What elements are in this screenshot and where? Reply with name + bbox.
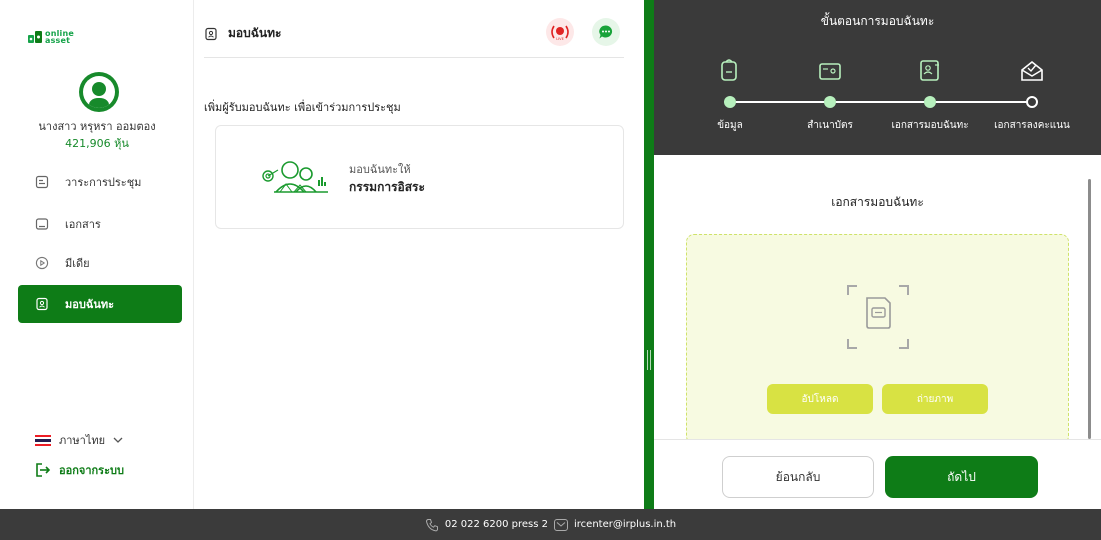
contact-email[interactable]: ircenter@irplus.in.th xyxy=(574,519,676,530)
chat-icon xyxy=(599,25,613,39)
chat-button[interactable] xyxy=(592,18,620,46)
avatar[interactable] xyxy=(79,72,119,112)
contact-phone[interactable]: 02 022 6200 press 2 xyxy=(445,519,548,530)
logo-text-bottom: asset xyxy=(45,36,71,45)
proxy-doc-icon xyxy=(920,60,939,81)
page-title-text: มอบฉันทะ xyxy=(228,26,282,40)
step-label-info: ข้อมูล xyxy=(717,120,743,131)
language-label: ภาษาไทย xyxy=(59,434,106,447)
sidebar-item-label: วาระการประชุม xyxy=(65,176,142,189)
proxy-icon xyxy=(36,297,48,311)
id-card-icon xyxy=(819,63,841,80)
proxy-steps-header: ขั้นตอนการมอบฉันทะ ข้อมูล สำเนาบัตร เอกส… xyxy=(654,0,1101,155)
sidebar-item-label: มีเดีย xyxy=(65,257,90,270)
frame-corner-tr xyxy=(899,285,909,295)
thai-flag-icon xyxy=(35,434,51,446)
document-panel: เอกสารมอบฉันทะ อัปโหลด ถ่ายภาพ xyxy=(654,155,1101,444)
proxy-recipient: กรรมการอิสระ xyxy=(349,180,425,194)
progress-line xyxy=(730,101,1032,103)
play-icon xyxy=(35,256,49,270)
step-actions: ย้อนกลับ ถัดไป xyxy=(654,439,1101,509)
next-button[interactable]: ถัดไป xyxy=(885,456,1038,498)
ballot-icon xyxy=(1021,60,1043,81)
sidebar-item-documents[interactable]: เอกสาร xyxy=(18,205,182,243)
upload-button[interactable]: อัปโหลด xyxy=(767,384,873,414)
logout-button[interactable]: ออกจากระบบ xyxy=(35,461,124,479)
sidebar-item-media[interactable]: มีเดีย xyxy=(18,244,182,282)
live-button[interactable]: LIVE xyxy=(546,18,574,46)
step-dot-ballot xyxy=(1026,96,1038,108)
step-label-proxy-doc: เอกสารมอบฉันทะ xyxy=(891,120,969,131)
contact-footer: 02 022 6200 press 2 ircenter@irplus.in.t… xyxy=(0,509,1101,540)
proxy-icon xyxy=(205,27,217,40)
upload-dropzone[interactable]: อัปโหลด ถ่ายภาพ xyxy=(686,234,1069,444)
drag-handle[interactable] xyxy=(647,350,651,370)
app-logo[interactable]: online asset xyxy=(28,30,74,45)
frame-corner-bl xyxy=(847,339,857,349)
step-dot-proxy-doc xyxy=(924,96,936,108)
language-selector[interactable]: ภาษาไทย xyxy=(35,431,123,449)
scrollbar[interactable] xyxy=(1088,179,1091,439)
user-shares: 421,906 หุ้น xyxy=(65,137,129,150)
main-header: มอบฉันทะ LIVE xyxy=(204,18,624,58)
independent-director-illustration xyxy=(262,161,328,193)
panel-splitter[interactable] xyxy=(644,0,654,509)
agenda-icon xyxy=(35,175,49,189)
user-name: นางสาว หรุหรา ออมตอง xyxy=(38,120,156,133)
step-label-id-card: สำเนาบัตร xyxy=(807,120,853,131)
sidebar-item-proxy[interactable]: มอบฉันทะ xyxy=(18,285,182,323)
chevron-down-icon xyxy=(113,437,123,443)
proxy-to-label: มอบฉันทะให้ xyxy=(349,163,411,176)
document-placeholder-icon xyxy=(866,297,891,329)
proxy-option-card[interactable]: มอบฉันทะให้ กรรมการอิสระ xyxy=(215,125,624,229)
folder-icon xyxy=(35,218,49,230)
user-silhouette-icon xyxy=(89,82,109,108)
steps-title: ขั้นตอนการมอบฉันทะ xyxy=(820,14,935,28)
page-title: มอบฉันทะ xyxy=(204,24,281,43)
logo-icon xyxy=(28,31,42,43)
take-photo-button[interactable]: ถ่ายภาพ xyxy=(882,384,988,414)
frame-corner-br xyxy=(899,339,909,349)
step-dot-id-card xyxy=(824,96,836,108)
frame-corner-tl xyxy=(847,285,857,295)
sidebar: online asset นางสาว หรุหรา ออมตอง 421,90… xyxy=(0,0,194,509)
sidebar-item-label: มอบฉันทะ xyxy=(65,298,115,311)
document-title: เอกสารมอบฉันทะ xyxy=(831,195,924,209)
logout-label: ออกจากระบบ xyxy=(59,464,124,477)
main-content: มอบฉันทะ LIVE เพิ่มผู้รับมอบฉันทะ เพื่อเ… xyxy=(194,0,644,509)
live-badge-text: LIVE xyxy=(556,37,564,41)
sidebar-item-agenda[interactable]: วาระการประชุม xyxy=(18,163,182,201)
info-doc-icon xyxy=(721,59,737,81)
back-button[interactable]: ย้อนกลับ xyxy=(722,456,874,498)
step-dot-info xyxy=(724,96,736,108)
step-label-ballot: เอกสารลงคะแนน xyxy=(994,120,1070,131)
live-broadcast-icon: LIVE xyxy=(551,25,569,41)
phone-icon xyxy=(425,518,438,531)
logout-icon xyxy=(36,463,51,477)
proxy-heading: เพิ่มผู้รับมอบฉันทะ เพื่อเข้าร่วมการประช… xyxy=(204,101,401,114)
mail-icon xyxy=(554,518,568,531)
sidebar-item-label: เอกสาร xyxy=(65,218,101,231)
